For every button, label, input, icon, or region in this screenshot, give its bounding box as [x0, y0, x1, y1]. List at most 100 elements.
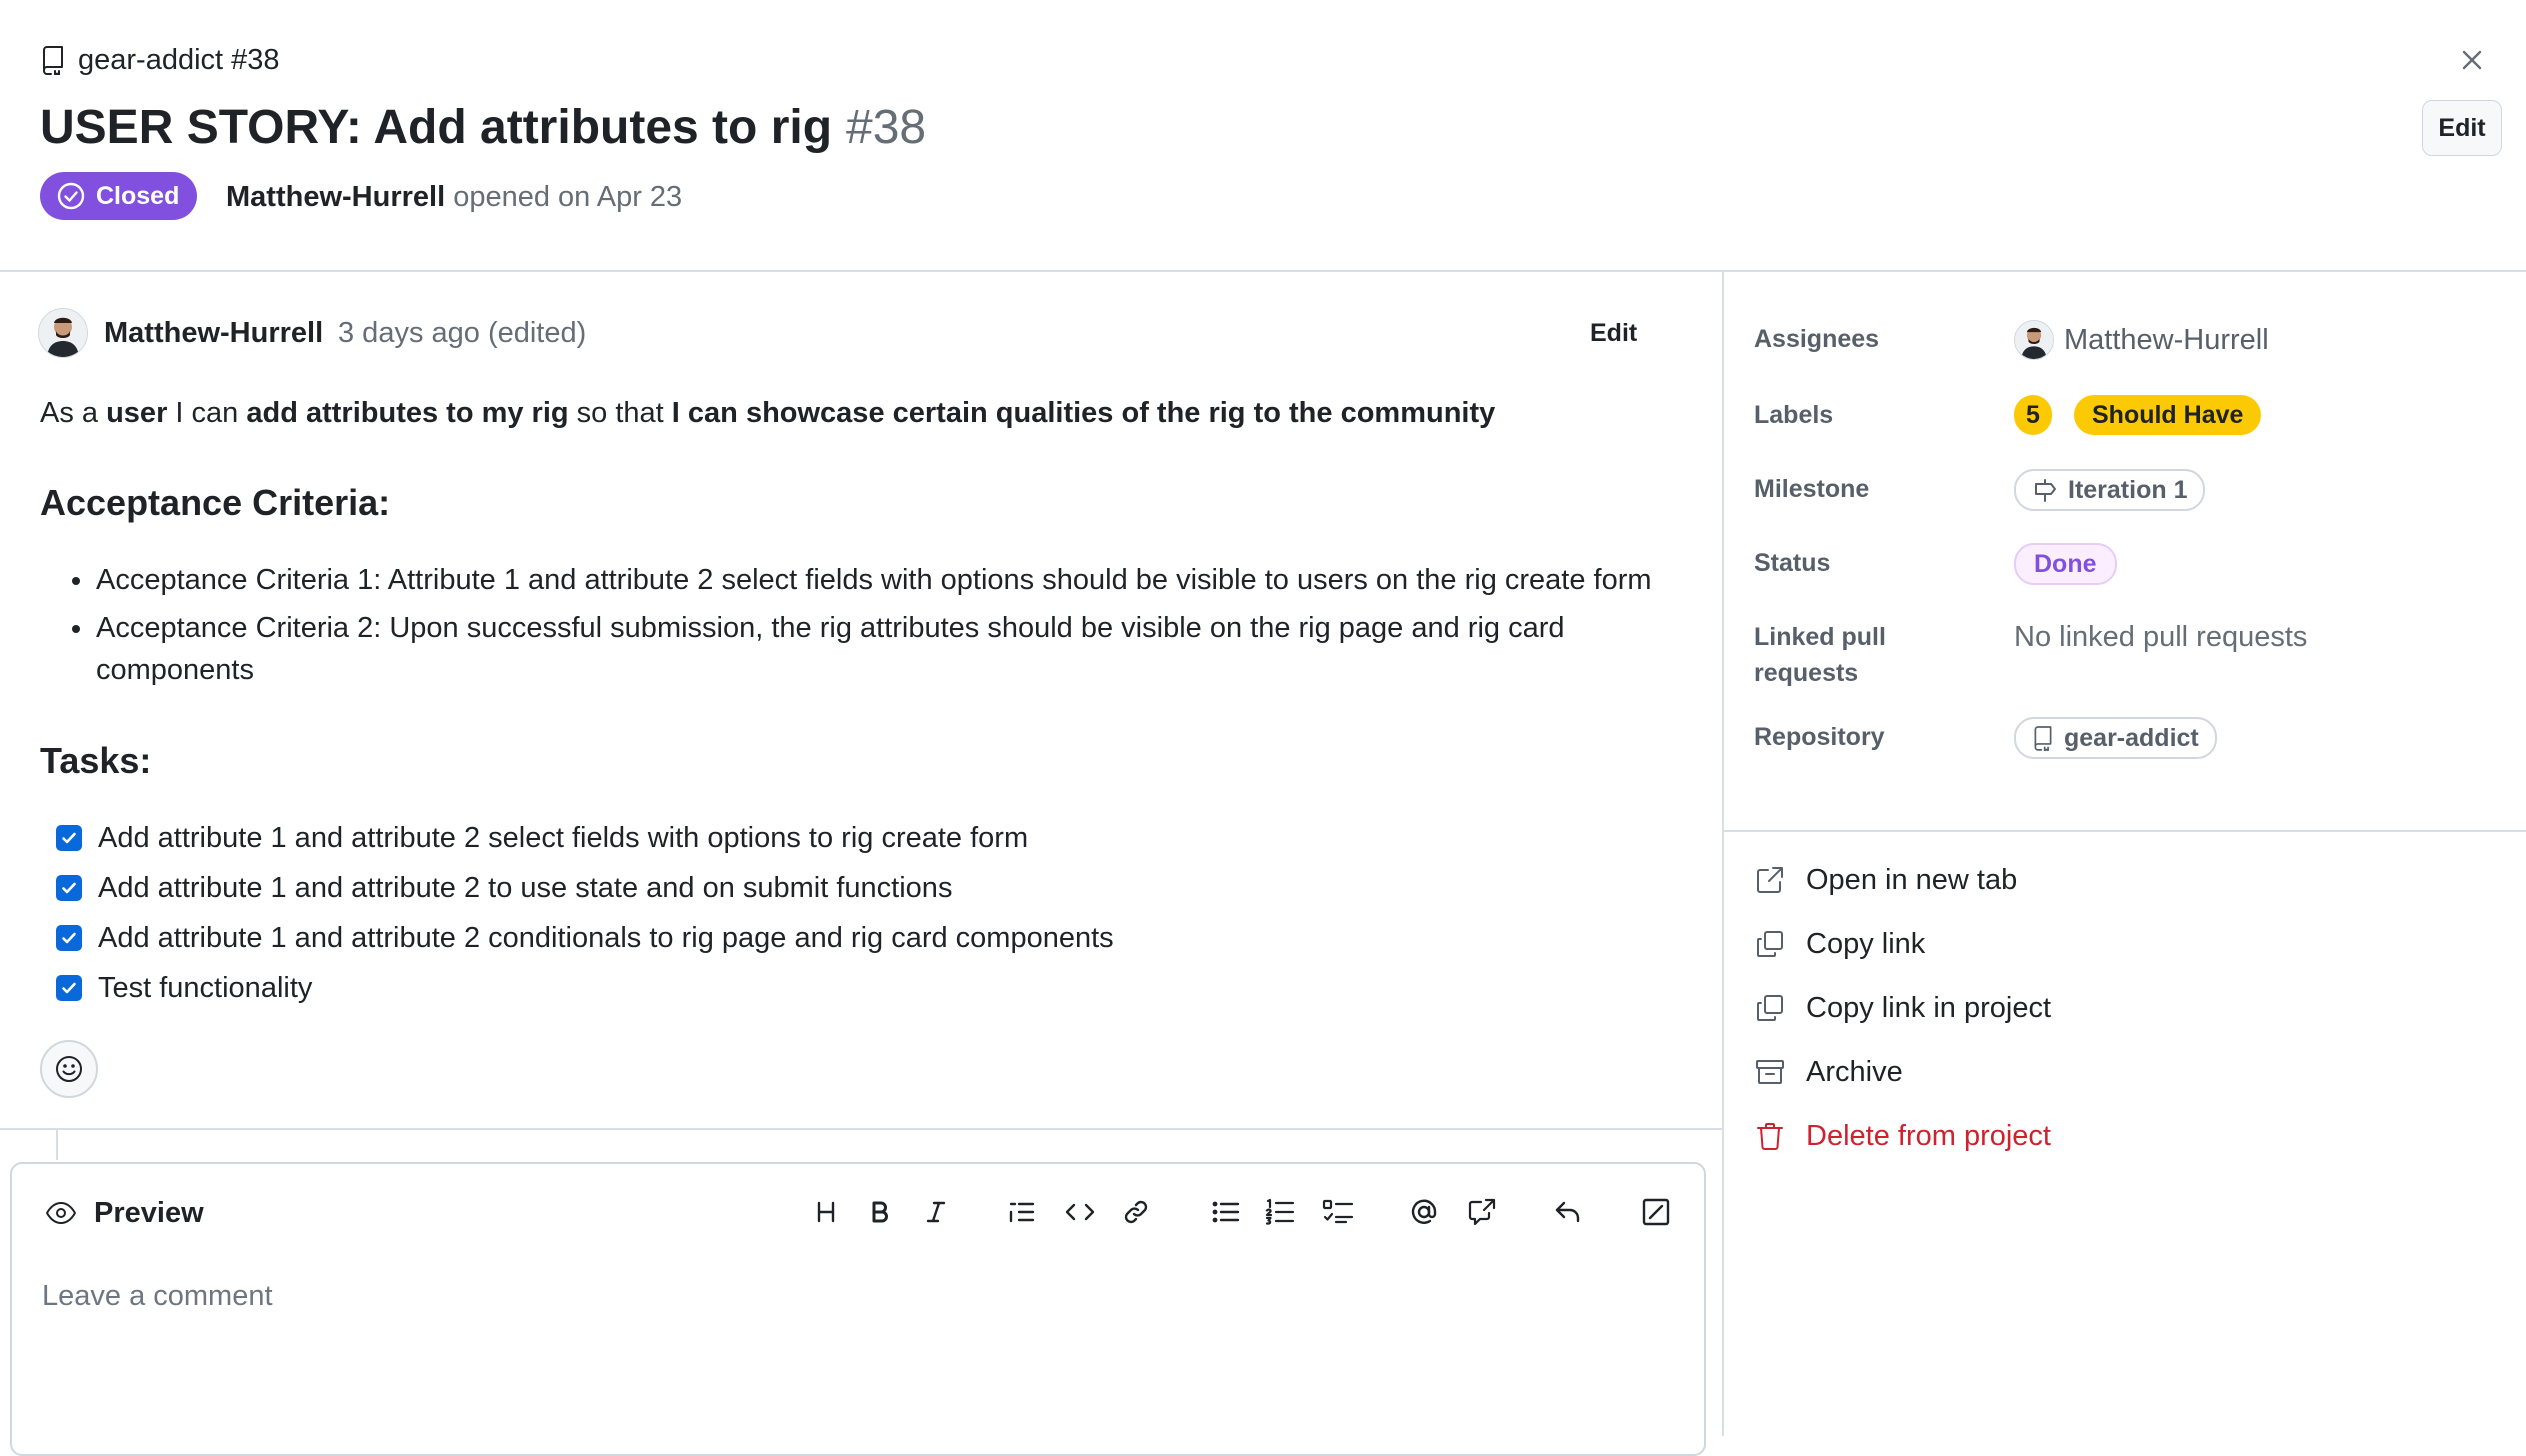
assignee-name: Matthew-Hurrell	[2064, 323, 2269, 356]
header-divider	[0, 270, 2526, 272]
list-item: Acceptance Criteria 1: Attribute 1 and a…	[40, 559, 1680, 601]
comment-input[interactable]	[42, 1274, 1672, 1318]
opened-text: opened on Apr 23	[453, 181, 683, 213]
list-item: Acceptance Criteria 2: Upon successful s…	[40, 607, 1576, 691]
copy-link-in-project-action[interactable]: Copy link in project	[1752, 986, 2051, 1030]
action-label: Open in new tab	[1806, 863, 2018, 896]
reply-icon	[1553, 1198, 1583, 1226]
add-reaction-button[interactable]	[40, 1040, 98, 1098]
task-checkbox[interactable]	[56, 825, 82, 851]
avatar	[2014, 320, 2054, 360]
story-part: I can	[167, 397, 247, 429]
open-in-new-tab-action[interactable]: Open in new tab	[1752, 858, 2017, 902]
page-title: USER STORY: Add attributes to rig #38	[40, 100, 926, 155]
bold-icon	[867, 1199, 893, 1225]
eye-icon	[44, 1199, 78, 1227]
toolbar-heading-button[interactable]	[804, 1190, 848, 1234]
sidebar-divider	[1722, 272, 1724, 1436]
task-item: Add attribute 1 and attribute 2 conditio…	[56, 917, 1114, 959]
opened-info: Matthew-Hurrell opened on Apr 23	[226, 176, 682, 218]
bulleted-list-icon	[1211, 1199, 1241, 1225]
story-part: As a	[40, 397, 107, 429]
label-points[interactable]: 5	[2014, 395, 2052, 435]
assignees-label: Assignees	[1754, 325, 1880, 353]
story-bold: I can showcase certain qualities of the …	[671, 397, 1496, 429]
toolbar-bold-button[interactable]	[858, 1190, 902, 1234]
issue-number: #38	[846, 101, 927, 154]
heading-icon	[813, 1199, 839, 1225]
toolbar-mention-button[interactable]	[1402, 1190, 1446, 1234]
toolbar-fullscreen-button[interactable]	[1634, 1190, 1678, 1234]
status-label: Status	[1754, 549, 1831, 577]
tasks-heading: Tasks:	[40, 740, 152, 781]
comment-timestamp[interactable]: 3 days ago (edited)	[338, 312, 586, 354]
milestone-value: Iteration 1	[2068, 475, 2188, 504]
archive-icon	[1752, 1054, 1788, 1090]
task-checkbox[interactable]	[56, 875, 82, 901]
task-item: Test functionality	[56, 967, 312, 1009]
copy-link-action[interactable]: Copy link	[1752, 922, 1925, 966]
repo-icon	[2032, 725, 2054, 751]
action-label: Delete from project	[1806, 1119, 2051, 1152]
delete-from-project-action[interactable]: Delete from project	[1752, 1114, 2051, 1158]
acceptance-criteria-heading: Acceptance Criteria:	[40, 482, 391, 523]
linked-pull-requests-label: Linked pull requests	[1754, 623, 1886, 687]
toolbar-italic-button[interactable]	[914, 1190, 958, 1234]
repository-value: gear-addict	[2064, 723, 2199, 752]
milestone-icon	[2032, 477, 2058, 503]
sidebar-section-divider	[1724, 830, 2526, 832]
task-list-icon	[1322, 1198, 1354, 1226]
toolbar-bulleted-list-button[interactable]	[1204, 1190, 1248, 1234]
task-checkbox[interactable]	[56, 925, 82, 951]
status-badge-label: Closed	[96, 181, 180, 210]
tab-preview[interactable]: Preview	[44, 1192, 204, 1234]
repository-pill[interactable]: gear-addict	[2014, 717, 2217, 759]
timeline-line	[56, 1130, 58, 1160]
closed-check-icon	[56, 181, 86, 211]
status-pill[interactable]: Done	[2014, 543, 2117, 585]
acceptance-criteria-list: Acceptance Criteria 1: Attribute 1 and a…	[40, 559, 1680, 691]
milestone-label: Milestone	[1754, 475, 1870, 503]
issue-title: USER STORY: Add attributes to rig	[40, 101, 833, 154]
action-label: Copy link	[1806, 927, 1926, 960]
task-checkbox[interactable]	[56, 975, 82, 1001]
label-should-have[interactable]: Should Have	[2074, 395, 2262, 435]
repo-reference[interactable]: gear-addict #38	[40, 40, 280, 80]
task-label: Add attribute 1 and attribute 2 select f…	[98, 821, 1029, 854]
link-icon	[1122, 1198, 1150, 1226]
assignee[interactable]: Matthew-Hurrell	[2014, 320, 2269, 360]
story-part: so that	[568, 397, 672, 429]
action-label: Copy link in project	[1806, 991, 2051, 1024]
toolbar-numbered-list-button[interactable]	[1258, 1190, 1302, 1234]
repository-label: Repository	[1754, 723, 1885, 751]
quote-icon	[1008, 1199, 1036, 1225]
milestone-pill[interactable]: Iteration 1	[2014, 469, 2206, 511]
toolbar-task-list-button[interactable]	[1316, 1190, 1360, 1234]
edit-comment-button[interactable]: Edit	[1590, 312, 1637, 354]
copy-icon	[1752, 926, 1788, 962]
toolbar-link-button[interactable]	[1114, 1190, 1158, 1234]
linked-pull-requests-value: No linked pull requests	[2014, 621, 2308, 653]
tab-preview-label: Preview	[94, 1196, 204, 1229]
user-story-text: As a user I can add attributes to my rig…	[40, 392, 1495, 434]
comment-author[interactable]: Matthew-Hurrell	[104, 312, 323, 354]
story-bold: add attributes to my rig	[246, 397, 569, 429]
toolbar-reply-button[interactable]	[1546, 1190, 1590, 1234]
story-bold: user	[106, 397, 168, 429]
task-label: Test functionality	[98, 971, 313, 1004]
archive-action[interactable]: Archive	[1752, 1050, 1903, 1094]
toolbar-cross-reference-button[interactable]	[1460, 1190, 1504, 1234]
toolbar-code-button[interactable]	[1058, 1190, 1102, 1234]
task-item: Add attribute 1 and attribute 2 to use s…	[56, 867, 952, 909]
task-label: Add attribute 1 and attribute 2 conditio…	[98, 921, 1114, 954]
close-button[interactable]	[2452, 40, 2492, 80]
toolbar-quote-button[interactable]	[1000, 1190, 1044, 1234]
comment-divider	[0, 1128, 1722, 1130]
issue-author-link[interactable]: Matthew-Hurrell	[226, 181, 445, 213]
task-item: Add attribute 1 and attribute 2 select f…	[56, 817, 1028, 859]
avatar[interactable]	[38, 308, 88, 358]
external-link-icon	[1752, 862, 1788, 898]
status-badge: Closed	[40, 172, 198, 220]
mention-icon	[1409, 1197, 1439, 1227]
edit-title-button[interactable]: Edit	[2422, 100, 2502, 156]
